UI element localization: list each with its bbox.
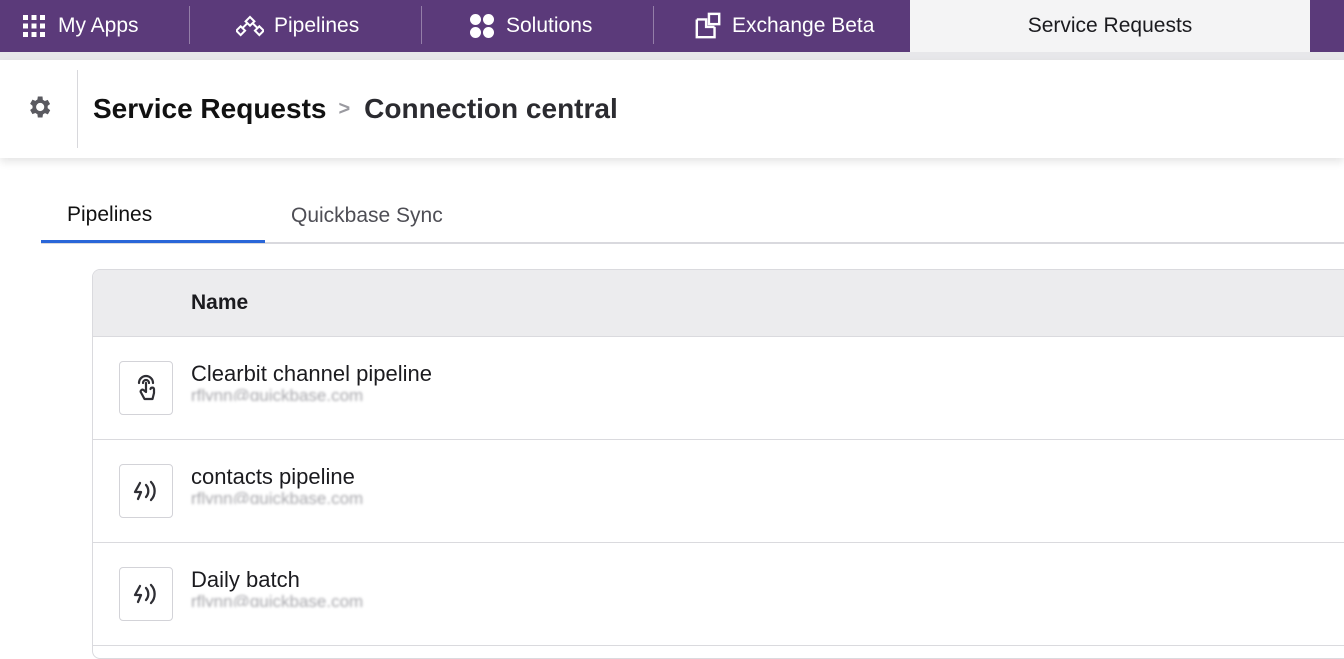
breadcrumb: Service Requests > Connection central	[93, 93, 618, 125]
table-row[interactable]: contacts pipeline rflynn@quickbase.com	[93, 440, 1344, 543]
trigger-icon	[119, 567, 173, 621]
nav-tab-label: Service Requests	[1027, 14, 1193, 37]
pipelines-table: Name Clearbit channel pipeline rflynn@qu…	[92, 269, 1344, 659]
row-owner-email: rflynn@quickbase.com	[191, 492, 364, 504]
nav-tab-label: My Apps	[58, 14, 139, 37]
gear-icon	[25, 93, 53, 126]
table-header: Name	[93, 270, 1344, 337]
row-title: Clearbit channel pipeline	[191, 361, 432, 386]
solutions-icon	[468, 12, 496, 40]
nav-tab-label: Solutions	[506, 14, 593, 37]
nav-tab-solutions[interactable]: Solutions	[422, 0, 653, 52]
page-header: Service Requests > Connection central	[0, 60, 1344, 158]
touch-icon	[119, 361, 173, 415]
nav-tab-exchange[interactable]: Exchange Beta	[654, 0, 910, 52]
settings-button[interactable]	[0, 70, 78, 148]
nav-tab-service-requests[interactable]: Service Requests	[910, 0, 1310, 52]
nav-underline	[0, 52, 1344, 60]
table-row[interactable]: Daily batch rflynn@quickbase.com	[93, 543, 1344, 646]
row-title: Daily batch	[191, 567, 300, 592]
nav-tab-label: Pipelines	[274, 14, 360, 37]
row-owner-email: rflynn@quickbase.com	[191, 389, 364, 401]
column-header-name[interactable]: Name	[191, 291, 248, 315]
row-title: contacts pipeline	[191, 464, 355, 489]
page-title: Connection central	[364, 93, 618, 124]
content-tabs: Pipelines Quickbase Sync	[41, 190, 1344, 244]
nav-tab-my-apps[interactable]: My Apps	[0, 0, 189, 52]
nav-tab-label: Exchange Beta	[732, 14, 875, 37]
pipelines-icon	[236, 12, 264, 40]
exchange-icon	[694, 12, 722, 40]
row-owner-email: rflynn@quickbase.com	[191, 595, 364, 607]
tab-quickbase-sync[interactable]: Quickbase Sync	[265, 190, 443, 242]
nav-tab-pipelines[interactable]: Pipelines	[190, 0, 421, 52]
grid-icon	[20, 12, 48, 40]
table-row[interactable]: Clearbit channel pipeline rflynn@quickba…	[93, 337, 1344, 440]
trigger-icon	[119, 464, 173, 518]
breadcrumb-root[interactable]: Service Requests	[93, 93, 326, 125]
top-navigation: My Apps Pipelines Solutions Exchange Bet…	[0, 0, 1344, 52]
tab-pipelines[interactable]: Pipelines	[41, 190, 265, 243]
chevron-right-icon: >	[338, 97, 351, 120]
